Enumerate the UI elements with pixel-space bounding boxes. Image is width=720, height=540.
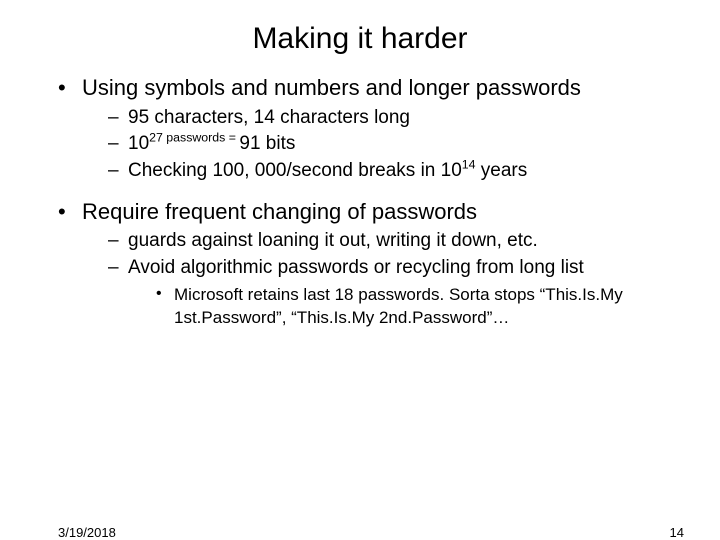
sub-text: 95 characters, 14 characters long <box>128 107 410 128</box>
sub-text-part: years <box>476 160 528 181</box>
sub-item: 1027 passwords = 91 bits <box>108 132 684 157</box>
footer-page: 14 <box>670 525 684 540</box>
sub-text-part: 10 <box>128 133 149 154</box>
sub-item: Avoid algorithmic passwords or recycling… <box>108 256 684 329</box>
slide: Making it harder Using symbols and numbe… <box>0 22 720 540</box>
sub-text-part: Checking 100, 000/second breaks in 10 <box>128 160 462 181</box>
bullet-item: Require frequent changing of passwords g… <box>58 198 684 329</box>
sub-list: guards against loaning it out, writing i… <box>82 229 684 329</box>
sub-list: 95 characters, 14 characters long 1027 p… <box>82 106 684 184</box>
footer-date: 3/19/2018 <box>58 525 116 540</box>
slide-title: Making it harder <box>0 22 720 56</box>
bullet-item: Using symbols and numbers and longer pas… <box>58 74 684 184</box>
bullet-list: Using symbols and numbers and longer pas… <box>0 74 720 329</box>
bullet-text: Using symbols and numbers and longer pas… <box>82 75 581 100</box>
sub-sub-item: Microsoft retains last 18 passwords. Sor… <box>156 284 684 328</box>
bullet-text: Require frequent changing of passwords <box>82 199 477 224</box>
sub-item: guards against loaning it out, writing i… <box>108 229 684 254</box>
sub-text: guards against loaning it out, writing i… <box>128 230 538 251</box>
sub-sub-list: Microsoft retains last 18 passwords. Sor… <box>128 284 684 328</box>
sub-text-part: 91 bits <box>239 133 295 154</box>
sub-text: Avoid algorithmic passwords or recycling… <box>128 257 584 278</box>
sub-item: 95 characters, 14 characters long <box>108 106 684 131</box>
superscript: 14 <box>462 158 476 172</box>
sub-item: Checking 100, 000/second breaks in 1014 … <box>108 159 684 184</box>
superscript: 27 passwords = <box>149 131 239 145</box>
sub-sub-text: Microsoft retains last 18 passwords. Sor… <box>174 285 623 326</box>
